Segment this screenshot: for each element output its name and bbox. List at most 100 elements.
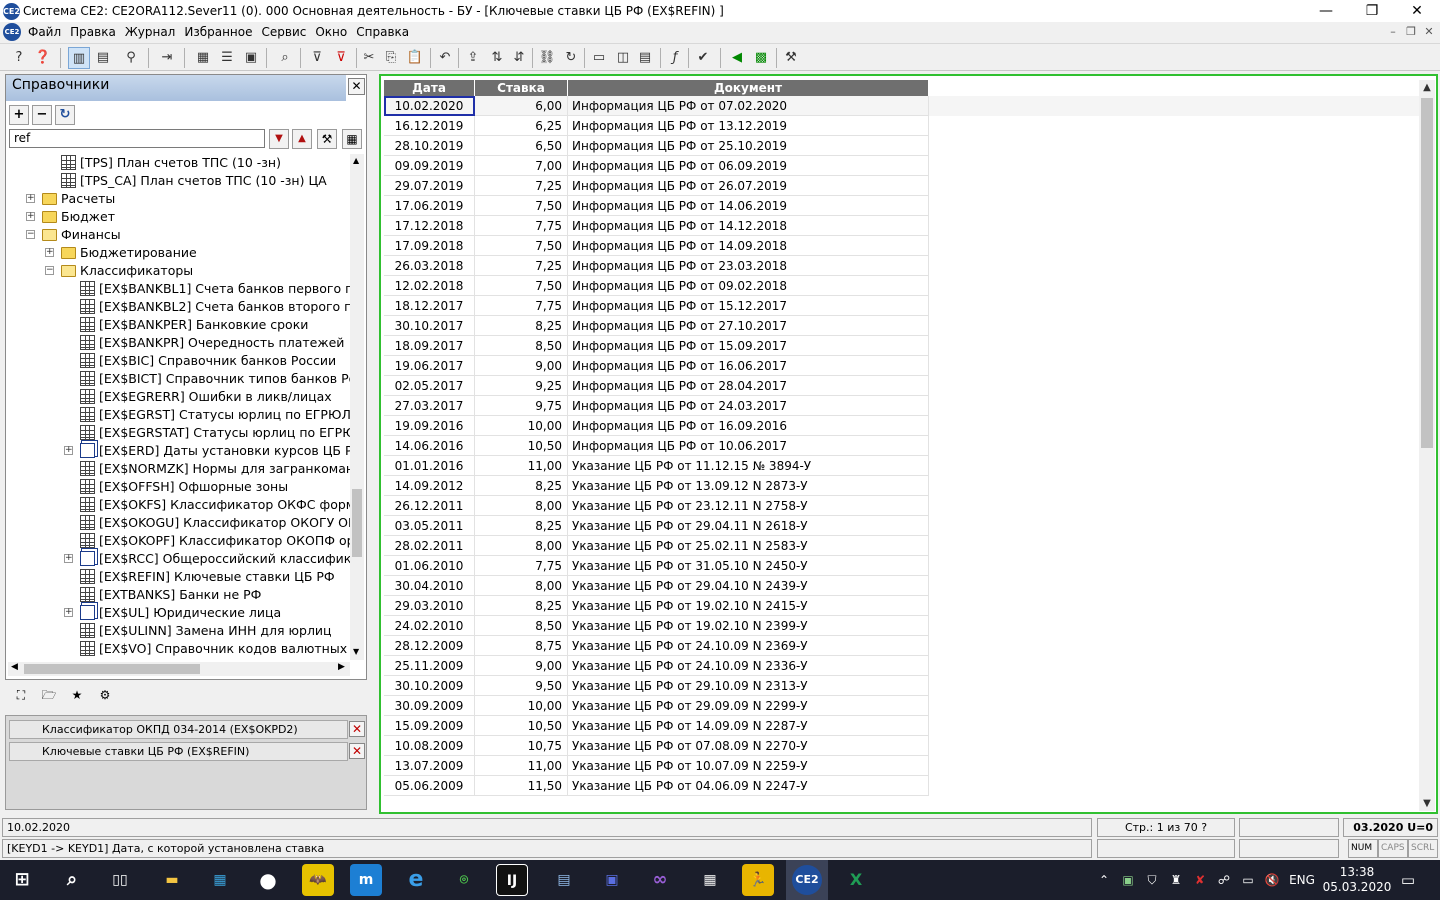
tree-node[interactable]: [EX$BIC] Справочник банков России: [8, 352, 350, 370]
file-explorer-icon[interactable]: ▬: [156, 864, 188, 896]
close-window-icon[interactable]: ✕: [349, 721, 365, 737]
table-row[interactable]: 19.06.2017 9,00 Информация ЦБ РФ от 16.06.…: [384, 356, 929, 376]
tree-node[interactable]: [EX$OFFSH] Офшорные зоны: [8, 478, 350, 496]
list-view-icon[interactable]: ▤: [92, 47, 114, 69]
rate-cell[interactable]: 7,50: [475, 276, 568, 296]
table-row[interactable]: 30.10.2017 8,25 Информация ЦБ РФ от 27.10.…: [384, 316, 929, 336]
expand-icon[interactable]: +: [64, 608, 73, 617]
rate-cell[interactable]: 10,75: [475, 736, 568, 756]
document-cell[interactable]: Указание ЦБ РФ от 31.05.10 N 2450-У: [568, 556, 929, 576]
table-row[interactable]: 02.05.2017 9,25 Информация ЦБ РФ от 28.04.…: [384, 376, 929, 396]
document-cell[interactable]: Указание ЦБ РФ от 29.10.09 N 2313-У: [568, 676, 929, 696]
document-cell[interactable]: Информация ЦБ РФ от 16.06.2017: [568, 356, 929, 376]
internet-explorer-icon[interactable]: e: [400, 864, 432, 896]
expand-icon[interactable]: +: [26, 194, 35, 203]
tools-icon[interactable]: ⚒: [780, 47, 802, 69]
table-row[interactable]: 30.10.2009 9,50 Указание ЦБ РФ от 29.10.09…: [384, 676, 929, 696]
document-cell[interactable]: Информация ЦБ РФ от 24.03.2017: [568, 396, 929, 416]
table-row[interactable]: 26.12.2011 8,00 Указание ЦБ РФ от 23.12.11…: [384, 496, 929, 516]
document-cell[interactable]: Информация ЦБ РФ от 23.03.2018: [568, 256, 929, 276]
tray-batman-icon[interactable]: ♜: [1166, 860, 1186, 900]
table-row[interactable]: 28.10.2019 6,50 Информация ЦБ РФ от 25.10.…: [384, 136, 929, 156]
rate-cell[interactable]: 10,00: [475, 696, 568, 716]
minimize-icon[interactable]: —: [1303, 0, 1349, 22]
tree-node[interactable]: [EX$BANKPER] Банковкие сроки: [8, 316, 350, 334]
mdi-close-icon[interactable]: ✕: [1420, 25, 1438, 39]
date-cell[interactable]: 28.02.2011: [384, 536, 475, 556]
table-row[interactable]: 24.02.2010 8,50 Указание ЦБ РФ от 19.02.10…: [384, 616, 929, 636]
tree-node[interactable]: + Бюджетирование: [8, 244, 350, 262]
copy-icon[interactable]: ⎘: [380, 47, 402, 69]
table-row[interactable]: 29.03.2010 8,25 Указание ЦБ РФ от 19.02.10…: [384, 596, 929, 616]
table-row[interactable]: 13.07.2009 11,00 Указание ЦБ РФ от 10.07.0…: [384, 756, 929, 776]
date-cell[interactable]: 01.01.2016: [384, 456, 475, 476]
form-icon[interactable]: ▣: [240, 47, 262, 69]
document-cell[interactable]: Указание ЦБ РФ от 14.09.09 N 2287-У: [568, 716, 929, 736]
excel-export-icon[interactable]: ▩: [750, 47, 772, 69]
date-cell[interactable]: 18.12.2017: [384, 296, 475, 316]
date-cell[interactable]: 19.06.2017: [384, 356, 475, 376]
tree-node[interactable]: [EX$OKOPF] Классификатор ОКОПФ орг: [8, 532, 350, 550]
pin-icon[interactable]: ⚲: [120, 47, 142, 69]
date-cell[interactable]: 19.09.2016: [384, 416, 475, 436]
tree-node[interactable]: [EX$BANKBL1] Счета банков первого по: [8, 280, 350, 298]
date-cell[interactable]: 29.03.2010: [384, 596, 475, 616]
table-row[interactable]: 19.09.2016 10,00 Информация ЦБ РФ от 16.09…: [384, 416, 929, 436]
rate-cell[interactable]: 8,25: [475, 476, 568, 496]
rate-cell[interactable]: 8,25: [475, 516, 568, 536]
rate-cell[interactable]: 7,75: [475, 216, 568, 236]
search-prev-icon[interactable]: ▲: [292, 129, 312, 149]
table-row[interactable]: 17.12.2018 7,75 Информация ЦБ РФ от 14.12.…: [384, 216, 929, 236]
tree-node[interactable]: [EX$NORMZK] Нормы для загранкоманди: [8, 460, 350, 478]
document-cell[interactable]: Указание ЦБ РФ от 19.02.10 N 2399-У: [568, 616, 929, 636]
function-icon[interactable]: ƒ: [664, 47, 686, 69]
table-row[interactable]: 01.01.2016 11,00 Указание ЦБ РФ от 11.12.1…: [384, 456, 929, 476]
directory-tree[interactable]: [TPS] План счетов ТПС (10 -зн) [TPS_CA] П…: [8, 154, 350, 660]
rate-cell[interactable]: 10,50: [475, 716, 568, 736]
tree-node[interactable]: [EX$EGRSTAT] Статусы юрлиц по ЕГРЮ: [8, 424, 350, 442]
rate-cell[interactable]: 9,00: [475, 356, 568, 376]
tree-horizontal-scrollbar[interactable]: ◀ ▶: [8, 662, 350, 676]
tree-node[interactable]: [EXTBANKS] Банки не РФ: [8, 586, 350, 604]
column-header-document[interactable]: Документ: [568, 80, 929, 96]
tree-node[interactable]: [TPS] План счетов ТПС (10 -зн): [8, 154, 350, 172]
document-cell[interactable]: Указание ЦБ РФ от 25.02.11 N 2583-У: [568, 536, 929, 556]
tree-node[interactable]: [EX$BANKPR] Очередность платежей: [8, 334, 350, 352]
table-row[interactable]: 27.03.2017 9,75 Информация ЦБ РФ от 24.03.…: [384, 396, 929, 416]
document-cell[interactable]: Указание ЦБ РФ от 23.12.11 N 2758-У: [568, 496, 929, 516]
table-row[interactable]: 25.11.2009 9,00 Указание ЦБ РФ от 24.10.09…: [384, 656, 929, 676]
rate-cell[interactable]: 11,50: [475, 776, 568, 796]
window-item[interactable]: Классификатор ОКПД 034-2014 (EX$OKPD2): [9, 720, 348, 739]
print-icon[interactable]: ▤: [634, 47, 656, 69]
menu-item[interactable]: Избранное: [184, 25, 252, 39]
tree-node[interactable]: + [EX$ERD] Даты установки курсов ЦБ РФ: [8, 442, 350, 460]
table-row[interactable]: 16.12.2019 6,25 Информация ЦБ РФ от 13.12.…: [384, 116, 929, 136]
expand-icon[interactable]: +: [64, 446, 73, 455]
rate-cell[interactable]: 8,25: [475, 596, 568, 616]
disk-app-icon[interactable]: ▤: [548, 864, 580, 896]
search-next-icon[interactable]: ▼: [269, 129, 289, 149]
date-cell[interactable]: 14.06.2016: [384, 436, 475, 456]
search-input[interactable]: ref: [9, 129, 265, 148]
document-cell[interactable]: Информация ЦБ РФ от 26.07.2019: [568, 176, 929, 196]
collapse-all-button[interactable]: −: [32, 105, 52, 125]
search-tools-icon[interactable]: ⚒: [317, 129, 337, 149]
tab-structure-icon[interactable]: ⛶: [10, 684, 32, 706]
table-row[interactable]: 01.06.2010 7,75 Указание ЦБ РФ от 31.05.10…: [384, 556, 929, 576]
document-cell[interactable]: Указание ЦБ РФ от 04.06.09 N 2247-У: [568, 776, 929, 796]
document-cell[interactable]: Указание ЦБ РФ от 29.09.09 N 2299-У: [568, 696, 929, 716]
date-cell[interactable]: 28.12.2009: [384, 636, 475, 656]
document-cell[interactable]: Указание ЦБ РФ от 19.02.10 N 2415-У: [568, 596, 929, 616]
rate-cell[interactable]: 8,00: [475, 576, 568, 596]
mdi-restore-icon[interactable]: ❐: [1402, 25, 1420, 39]
context-help-icon[interactable]: ?: [8, 47, 30, 69]
rate-cell[interactable]: 9,50: [475, 676, 568, 696]
maximize-icon[interactable]: ❐: [1349, 0, 1395, 22]
date-cell[interactable]: 17.12.2018: [384, 216, 475, 236]
expand-all-button[interactable]: +: [9, 105, 29, 125]
date-cell[interactable]: 30.10.2017: [384, 316, 475, 336]
table-row[interactable]: 10.08.2009 10,75 Указание ЦБ РФ от 07.08.0…: [384, 736, 929, 756]
date-cell[interactable]: 12.02.2018: [384, 276, 475, 296]
rate-cell[interactable]: 7,25: [475, 256, 568, 276]
tree-node[interactable]: − Классификаторы: [8, 262, 350, 280]
